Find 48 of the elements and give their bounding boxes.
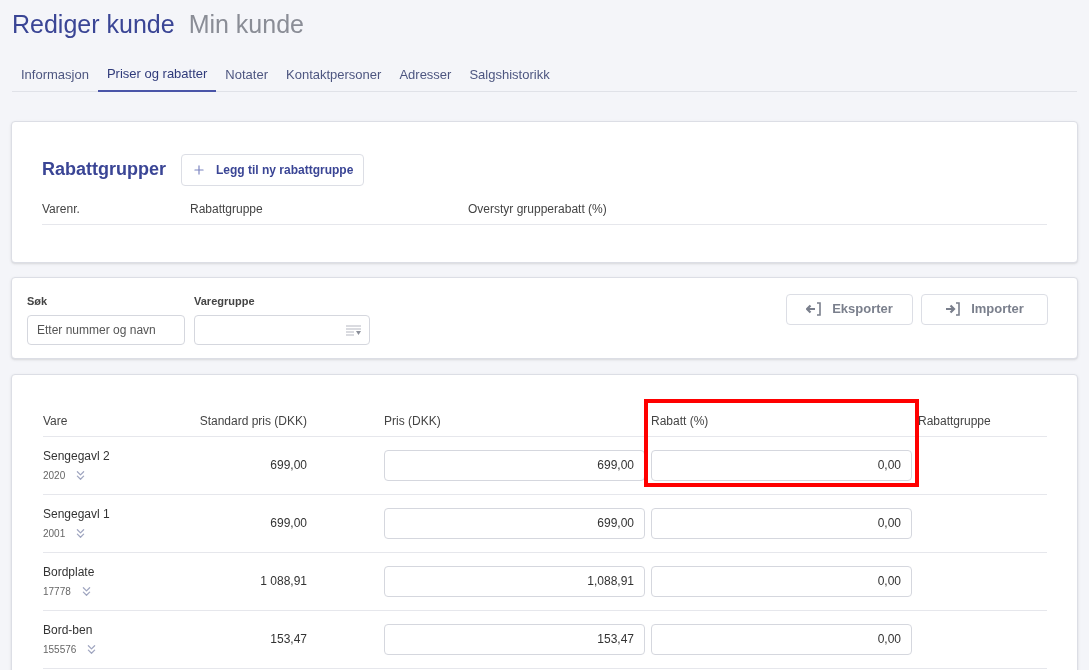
product-number: 155576 bbox=[43, 643, 77, 657]
field-label: Varegruppe bbox=[194, 293, 256, 309]
product-name: Bordplate bbox=[43, 564, 96, 581]
tab[interactable]: Adresser bbox=[390, 57, 461, 92]
column-header: Varenr. bbox=[42, 200, 81, 218]
discount-field[interactable]: 0,00 bbox=[651, 565, 912, 597]
import-button[interactable]: Importer bbox=[921, 293, 1048, 325]
product-group-dropdown[interactable] bbox=[194, 315, 370, 345]
price-field[interactable]: 153,47 bbox=[384, 623, 645, 655]
discount-field[interactable]: 0,00 bbox=[651, 449, 912, 481]
column-header: Rabatt (%) bbox=[651, 413, 709, 428]
product-name: Sengegavl 1 bbox=[43, 506, 111, 523]
column-header: Pris (DKK) bbox=[384, 413, 441, 428]
product-number: 2001 bbox=[43, 527, 66, 541]
column-header: Rabattgruppe bbox=[190, 200, 264, 218]
product-number: 17778 bbox=[43, 585, 71, 599]
list-filter-icon bbox=[346, 324, 361, 336]
column-header: Rabattgruppe bbox=[918, 413, 991, 428]
customer-name: Min kunde bbox=[188, 9, 304, 40]
export-icon bbox=[806, 302, 823, 316]
column-header: Standard pris (DKK) bbox=[199, 413, 307, 428]
tab[interactable]: Salgshistorikk bbox=[460, 57, 559, 92]
add-discount-group-button[interactable]: Legg til ny rabattgruppe bbox=[181, 153, 365, 186]
page-title: Rediger kunde bbox=[12, 9, 175, 40]
standard-price: 153,47 bbox=[270, 632, 307, 646]
field-label: Søk bbox=[27, 293, 49, 309]
discount-field[interactable]: 0,00 bbox=[651, 623, 912, 655]
column-header: Vare bbox=[43, 413, 68, 428]
search-field[interactable]: Etter nummer og navn bbox=[27, 315, 185, 345]
plus-icon bbox=[192, 162, 206, 177]
product-name: Bord-ben bbox=[43, 622, 94, 639]
tab[interactable]: Priser og rabatter bbox=[97, 57, 217, 92]
price-field[interactable]: 699,00 bbox=[384, 507, 645, 539]
column-header: Overstyr grupperabatt (%) bbox=[468, 200, 607, 218]
product-name: Sengegavl 2 bbox=[43, 448, 111, 465]
section-title: Rabattgrupper bbox=[42, 158, 166, 181]
tab[interactable]: Kontaktpersoner bbox=[277, 57, 391, 92]
standard-price: 1 088,91 bbox=[260, 574, 307, 588]
product-number: 2020 bbox=[43, 469, 66, 483]
standard-price: 699,00 bbox=[270, 516, 307, 530]
tab[interactable]: Notater bbox=[216, 57, 277, 92]
standard-price: 699,00 bbox=[270, 458, 307, 472]
tab[interactable]: Informasjon bbox=[12, 57, 98, 92]
discount-field[interactable]: 0,00 bbox=[651, 507, 912, 539]
export-button[interactable]: Eksporter bbox=[786, 293, 913, 325]
price-field[interactable]: 699,00 bbox=[384, 449, 645, 481]
price-field[interactable]: 1,088,91 bbox=[384, 565, 645, 597]
import-icon bbox=[945, 302, 962, 316]
